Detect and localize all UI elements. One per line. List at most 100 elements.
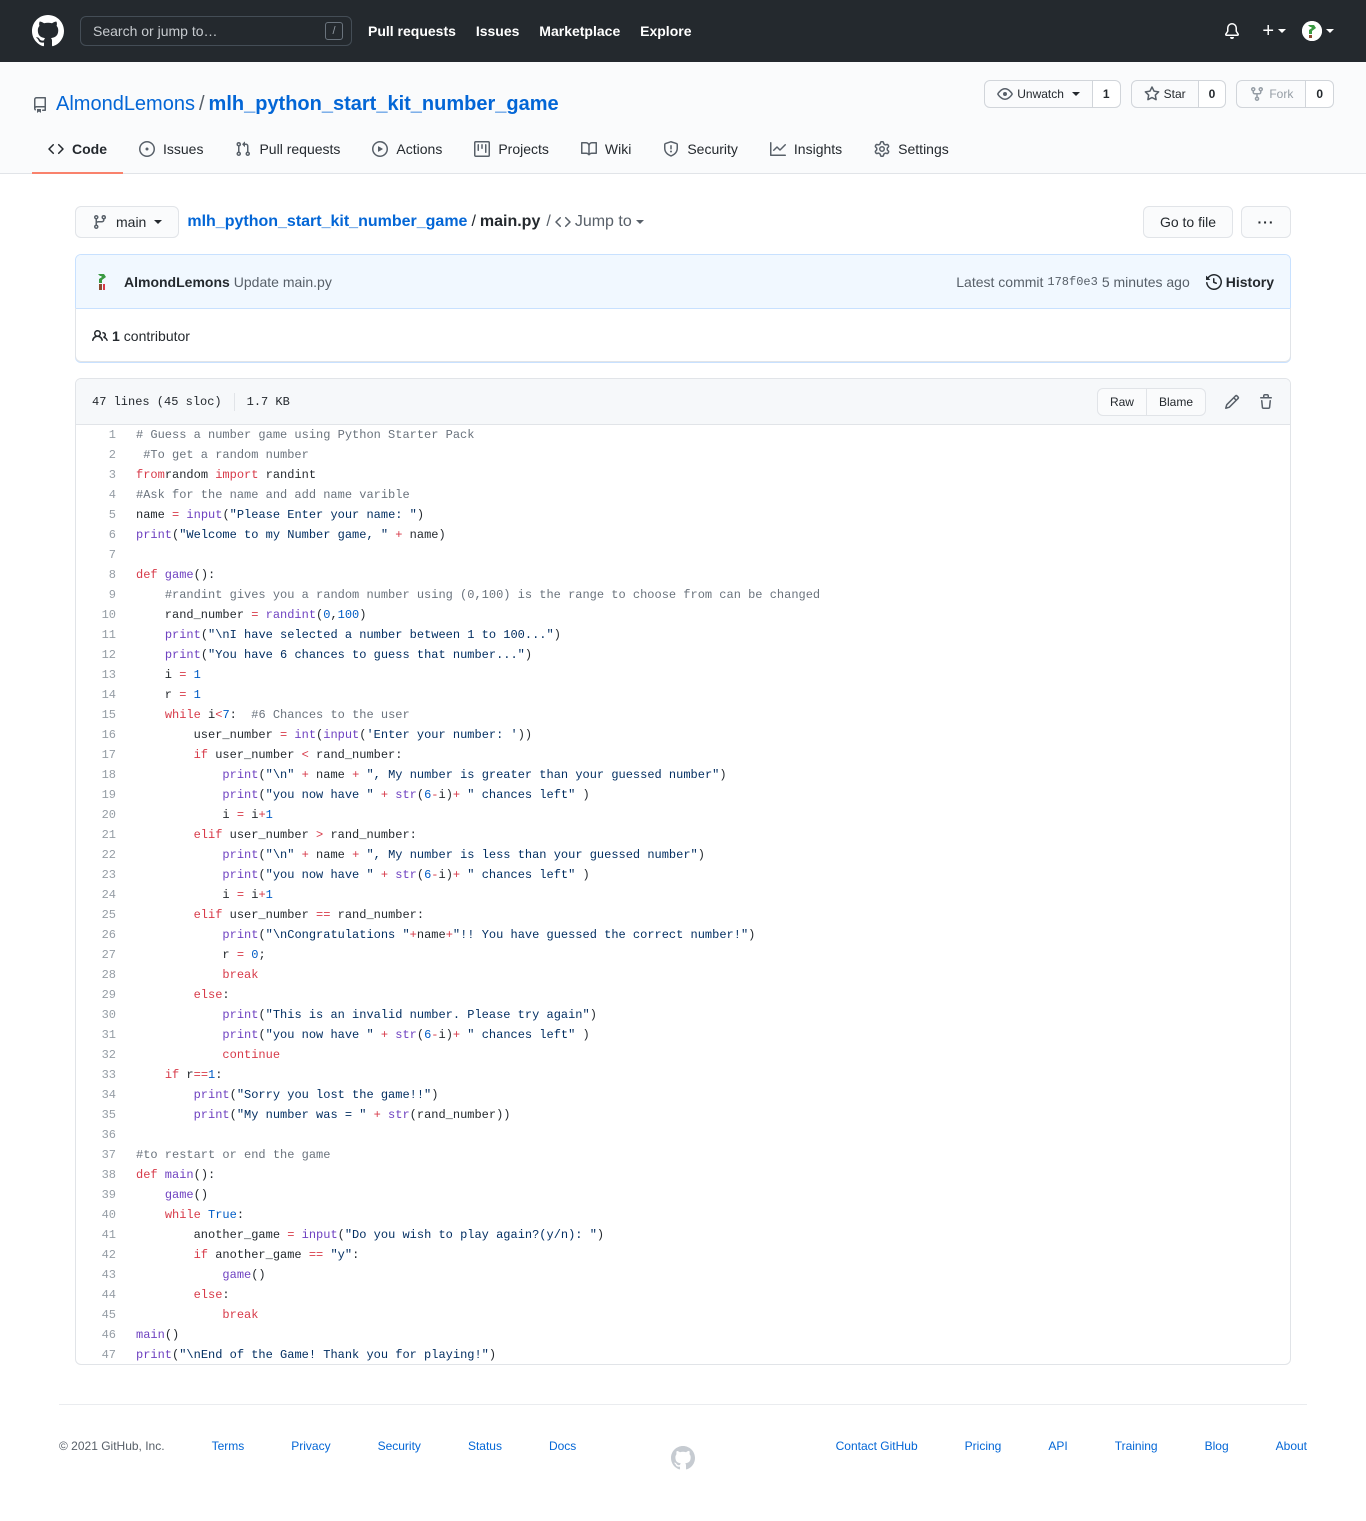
user-menu[interactable]	[1302, 21, 1334, 41]
line-number[interactable]: 38	[76, 1165, 126, 1185]
line-number[interactable]: 17	[76, 745, 126, 765]
line-number[interactable]: 46	[76, 1325, 126, 1345]
line-number[interactable]: 16	[76, 725, 126, 745]
tab-insights[interactable]: Insights	[754, 126, 858, 174]
jump-to-dropdown[interactable]: / Jump to	[546, 213, 644, 231]
line-number[interactable]: 1	[76, 425, 126, 445]
line-number[interactable]: 44	[76, 1285, 126, 1305]
line-number[interactable]: 10	[76, 605, 126, 625]
tab-wiki[interactable]: Wiki	[565, 126, 647, 174]
github-mark-icon[interactable]	[671, 1446, 695, 1470]
tab-security[interactable]: Security	[647, 126, 754, 174]
line-number[interactable]: 11	[76, 625, 126, 645]
line-number[interactable]: 12	[76, 645, 126, 665]
line-number[interactable]: 5	[76, 505, 126, 525]
line-number[interactable]: 27	[76, 945, 126, 965]
unwatch-button[interactable]: Unwatch	[984, 80, 1093, 108]
pencil-icon[interactable]	[1224, 394, 1240, 410]
line-number[interactable]: 14	[76, 685, 126, 705]
footer-link-privacy[interactable]: Privacy	[291, 1439, 330, 1453]
watch-count[interactable]: 1	[1092, 80, 1121, 108]
line-number[interactable]: 13	[76, 665, 126, 685]
author-avatar[interactable]	[92, 271, 112, 292]
footer-link-pricing[interactable]: Pricing	[965, 1439, 1002, 1453]
line-number[interactable]: 31	[76, 1025, 126, 1045]
search-input[interactable]	[93, 23, 313, 39]
line-number[interactable]: 28	[76, 965, 126, 985]
line-number[interactable]: 2	[76, 445, 126, 465]
go-to-file-button[interactable]: Go to file	[1142, 206, 1233, 238]
blame-button[interactable]: Blame	[1146, 387, 1206, 416]
commit-message-link[interactable]: Update main.py	[234, 274, 332, 290]
line-number[interactable]: 7	[76, 545, 126, 565]
line-number[interactable]: 40	[76, 1205, 126, 1225]
tab-code[interactable]: Code	[32, 126, 123, 174]
line-number[interactable]: 22	[76, 845, 126, 865]
tab-pull-requests[interactable]: Pull requests	[219, 126, 356, 174]
line-number[interactable]: 9	[76, 585, 126, 605]
line-number[interactable]: 43	[76, 1265, 126, 1285]
line-number[interactable]: 29	[76, 985, 126, 1005]
line-number[interactable]: 32	[76, 1045, 126, 1065]
global-search[interactable]: /	[80, 16, 352, 46]
history-link[interactable]: History	[1205, 274, 1274, 290]
footer-link-training[interactable]: Training	[1115, 1439, 1158, 1453]
line-number[interactable]: 47	[76, 1345, 126, 1364]
line-number[interactable]: 3	[76, 465, 126, 485]
line-number[interactable]: 33	[76, 1065, 126, 1085]
line-number[interactable]: 45	[76, 1305, 126, 1325]
footer-link-blog[interactable]: Blog	[1205, 1439, 1229, 1453]
fork-button[interactable]: Fork	[1236, 80, 1307, 108]
fork-count[interactable]: 0	[1306, 80, 1334, 108]
line-number[interactable]: 42	[76, 1245, 126, 1265]
tab-projects[interactable]: Projects	[458, 126, 565, 174]
commit-sha-link[interactable]: 178f0e3	[1047, 275, 1097, 289]
raw-button[interactable]: Raw	[1096, 387, 1147, 416]
line-number[interactable]: 19	[76, 785, 126, 805]
footer-link-api[interactable]: API	[1048, 1439, 1067, 1453]
footer-link-status[interactable]: Status	[468, 1439, 502, 1453]
line-number[interactable]: 24	[76, 885, 126, 905]
footer-link-contact[interactable]: Contact GitHub	[836, 1439, 918, 1453]
nav-marketplace[interactable]: Marketplace	[539, 23, 620, 39]
line-number[interactable]: 21	[76, 825, 126, 845]
line-number[interactable]: 18	[76, 765, 126, 785]
line-number[interactable]: 8	[76, 565, 126, 585]
star-count[interactable]: 0	[1198, 80, 1227, 108]
line-number[interactable]: 41	[76, 1225, 126, 1245]
line-number[interactable]: 20	[76, 805, 126, 825]
github-logo-icon[interactable]	[32, 15, 64, 47]
contributors-label[interactable]: contributor	[124, 328, 190, 344]
line-number[interactable]: 36	[76, 1125, 126, 1145]
line-number[interactable]: 26	[76, 925, 126, 945]
line-number[interactable]: 23	[76, 865, 126, 885]
line-number[interactable]: 39	[76, 1185, 126, 1205]
footer-link-security[interactable]: Security	[378, 1439, 421, 1453]
line-number[interactable]: 37	[76, 1145, 126, 1165]
line-number[interactable]: 6	[76, 525, 126, 545]
line-number[interactable]: 35	[76, 1105, 126, 1125]
tab-actions[interactable]: Actions	[356, 126, 458, 174]
tab-issues[interactable]: Issues	[123, 126, 219, 174]
nav-issues[interactable]: Issues	[476, 23, 520, 39]
line-number[interactable]: 25	[76, 905, 126, 925]
footer-link-docs[interactable]: Docs	[549, 1439, 576, 1453]
breadcrumb-repo-link[interactable]: mlh_python_start_kit_number_game	[187, 213, 467, 231]
bell-icon[interactable]	[1224, 23, 1240, 39]
create-new-dropdown[interactable]: +	[1262, 21, 1286, 41]
line-number[interactable]: 30	[76, 1005, 126, 1025]
trash-icon[interactable]	[1258, 393, 1274, 410]
nav-pull-requests[interactable]: Pull requests	[368, 23, 456, 39]
tab-settings[interactable]: Settings	[858, 126, 965, 174]
repo-owner-link[interactable]: AlmondLemons	[56, 93, 195, 116]
line-number[interactable]: 34	[76, 1085, 126, 1105]
star-button[interactable]: Star	[1130, 80, 1199, 108]
footer-link-terms[interactable]: Terms	[212, 1439, 245, 1453]
footer-link-about[interactable]: About	[1276, 1439, 1307, 1453]
branch-select-button[interactable]: main	[75, 206, 180, 238]
more-options-button[interactable]: ···	[1241, 206, 1291, 238]
commit-author-link[interactable]: AlmondLemons	[124, 274, 230, 290]
repo-name-link[interactable]: mlh_python_start_kit_number_game	[209, 93, 559, 116]
line-number[interactable]: 4	[76, 485, 126, 505]
nav-explore[interactable]: Explore	[640, 23, 691, 39]
